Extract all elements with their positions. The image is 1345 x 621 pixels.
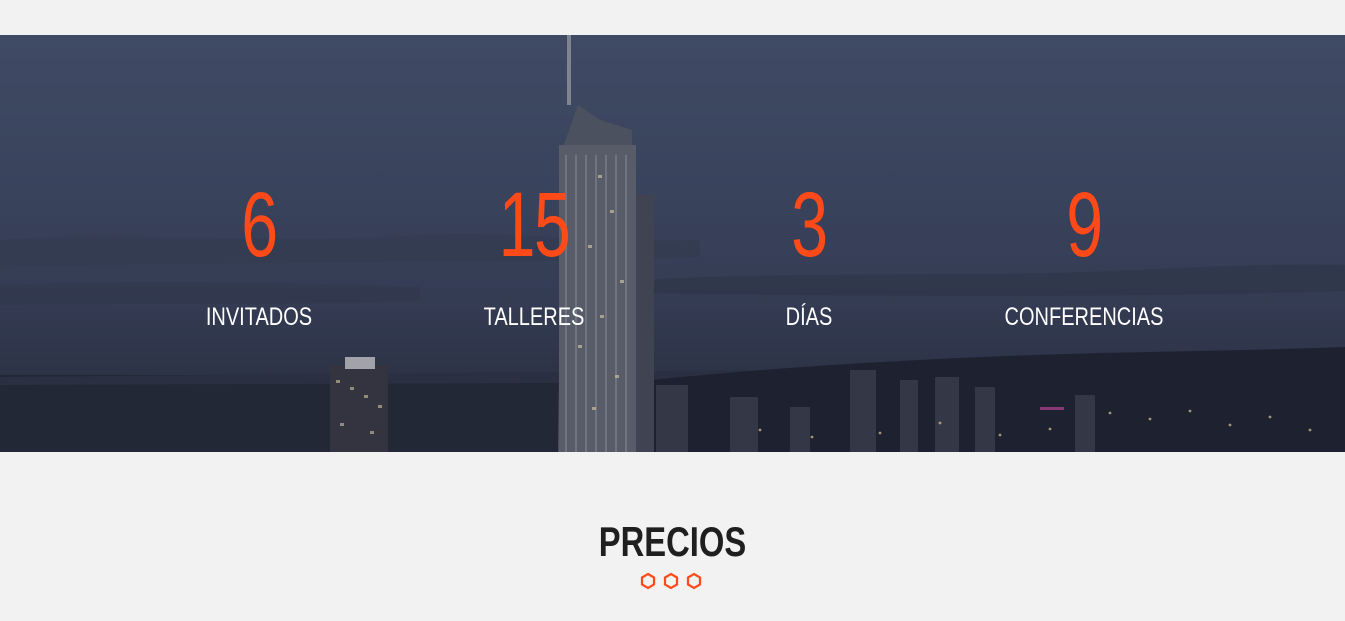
hexagon-icon	[663, 572, 679, 590]
stat-label: DÍAS	[785, 303, 833, 331]
stat-label: TALLERES	[483, 303, 585, 331]
section-title: PRECIOS	[598, 518, 747, 565]
stat-invitados: 6 INVITADOS	[129, 175, 389, 331]
hexagon-icon	[686, 572, 702, 590]
stat-number: 3	[791, 174, 828, 276]
section-divider	[640, 572, 702, 590]
stat-label: CONFERENCIAS	[1004, 303, 1164, 331]
stats-banner: 6 INVITADOS 15 TALLERES 3 DÍAS 9 CONFERE…	[0, 35, 1345, 452]
stat-number: 6	[241, 174, 278, 276]
stat-dias: 3 DÍAS	[679, 175, 939, 331]
stat-number: 9	[1066, 174, 1103, 276]
stats-row: 6 INVITADOS 15 TALLERES 3 DÍAS 9 CONFERE…	[0, 35, 1345, 452]
pricing-section: PRECIOS	[0, 452, 1345, 621]
stat-conferencias: 9 CONFERENCIAS	[954, 175, 1214, 331]
stat-talleres: 15 TALLERES	[404, 175, 664, 331]
hexagon-icon	[640, 572, 656, 590]
stat-label: INVITADOS	[205, 303, 313, 331]
stat-number: 15	[498, 174, 571, 276]
